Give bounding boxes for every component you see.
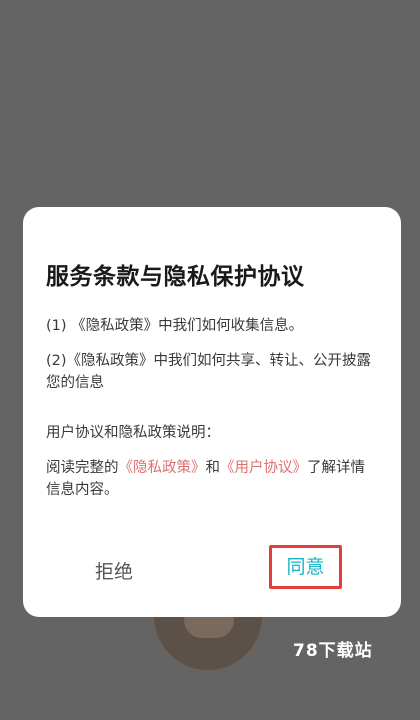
dialog-title: 服务条款与隐私保护协议 xyxy=(46,264,305,290)
policy-item-share: (2)《隐私政策》中我们如何共享、转让、公开披露您的信息 xyxy=(46,353,372,391)
watermark: 78下载站 xyxy=(293,641,373,661)
policy-item-collect: (1) 《隐私政策》中我们如何收集信息。 xyxy=(46,318,304,334)
read-full-text: 阅读完整的《隐私政策》和《用户协议》了解详情信息内容。 xyxy=(46,457,376,501)
user-agreement-link[interactable]: 《用户协议》 xyxy=(220,460,307,476)
reject-button[interactable]: 拒绝 xyxy=(95,557,133,584)
privacy-policy-link[interactable]: 《隐私政策》 xyxy=(119,460,206,476)
agreement-explanation-heading: 用户协议和隐私政策说明： xyxy=(46,425,220,441)
and-text: 和 xyxy=(205,460,221,476)
privacy-agreement-dialog: 服务条款与隐私保护协议 (1) 《隐私政策》中我们如何收集信息。 (2)《隐私政… xyxy=(23,207,401,617)
agree-button[interactable]: 同意 xyxy=(269,545,342,589)
read-prefix: 阅读完整的 xyxy=(46,460,119,476)
